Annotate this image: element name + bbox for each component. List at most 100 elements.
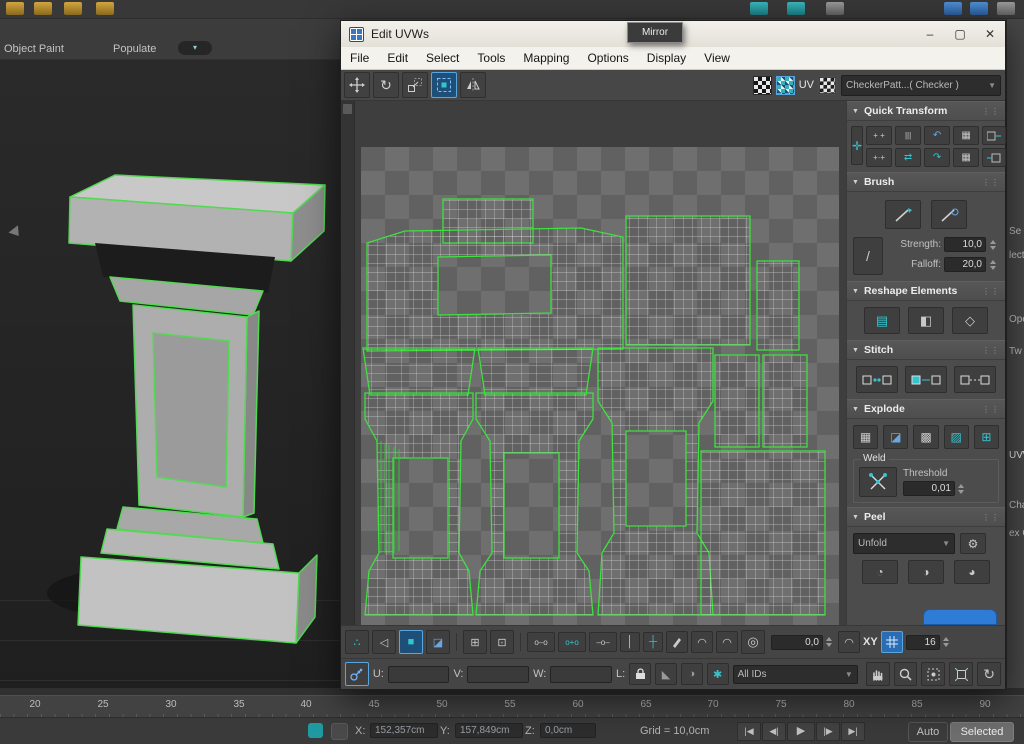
straighten-selection-button[interactable]: ▤ bbox=[864, 307, 900, 334]
selected-key-button[interactable]: Selected bbox=[950, 722, 1014, 742]
relax-brush-button[interactable] bbox=[931, 200, 967, 229]
z-coordinate-field[interactable]: 0,0cm bbox=[540, 723, 596, 738]
zoom-region-button[interactable] bbox=[921, 662, 945, 686]
falloff-spinner[interactable] bbox=[990, 260, 999, 270]
align-vertical-button[interactable]: ||| bbox=[895, 126, 921, 145]
grow-selection-button[interactable]: ⊞ bbox=[463, 630, 487, 654]
texture-dropdown[interactable]: CheckerPatt...( Checker ) ▼ bbox=[841, 75, 1001, 96]
toolbar-extra-icon-2[interactable] bbox=[787, 2, 805, 15]
menu-view[interactable]: View bbox=[695, 51, 739, 65]
uv-island-square-1[interactable] bbox=[715, 355, 759, 447]
toolbar-extra-icon-1[interactable] bbox=[750, 2, 768, 15]
x-coordinate-field[interactable]: 152,357cm bbox=[370, 723, 438, 738]
texture-list-icon[interactable] bbox=[819, 76, 836, 93]
rotate-cw-button[interactable]: ↷ bbox=[924, 148, 950, 167]
auto-key-button[interactable]: Auto bbox=[908, 722, 948, 742]
panel-bottom-blue-button[interactable] bbox=[923, 609, 997, 625]
ribbon-flyout-button[interactable]: ▾ bbox=[178, 41, 212, 55]
toolbar-extra-icon-6[interactable] bbox=[997, 2, 1015, 15]
uv-editor-canvas[interactable] bbox=[341, 101, 846, 625]
close-button[interactable]: ✕ bbox=[975, 21, 1005, 47]
pelt-map-button[interactable]: ◕ bbox=[954, 560, 990, 584]
face-mode-button[interactable]: ■ bbox=[399, 630, 423, 654]
falloff-field[interactable]: 20,0 bbox=[944, 257, 986, 272]
uv-island-column-2[interactable] bbox=[476, 393, 593, 615]
recessed-panel[interactable] bbox=[153, 333, 229, 487]
menu-select[interactable]: Select bbox=[417, 51, 468, 65]
v-coordinate-field[interactable] bbox=[467, 666, 529, 683]
flatten-by-polygon-button[interactable]: ▩ bbox=[913, 425, 938, 449]
section-peel[interactable]: ▼ Peel ⋮⋮ bbox=[847, 507, 1005, 527]
distribute-button[interactable]: ⇄ bbox=[895, 148, 921, 167]
u-coordinate-field[interactable] bbox=[388, 666, 450, 683]
perspective-viewport[interactable] bbox=[0, 60, 340, 695]
grow-loop-button[interactable]: o+o bbox=[558, 632, 586, 652]
rectangularize-button[interactable]: ◧ bbox=[908, 307, 944, 334]
peel-settings-button[interactable]: ⚙ bbox=[960, 533, 986, 554]
threshold-spinner[interactable] bbox=[958, 484, 967, 494]
menu-file[interactable]: File bbox=[341, 51, 378, 65]
element-mode-button[interactable]: ◪ bbox=[426, 630, 450, 654]
populate-flow-icon[interactable] bbox=[64, 2, 82, 15]
shrink-selection-button[interactable]: ⊡ bbox=[490, 630, 514, 654]
flatten-by-smoothing-button[interactable]: ▦ bbox=[853, 425, 878, 449]
show-map-toggle-icon[interactable] bbox=[753, 76, 772, 95]
align-to-edge-button[interactable]: ▦ bbox=[953, 126, 979, 145]
zoom-button[interactable] bbox=[894, 662, 918, 686]
minimize-button[interactable]: – bbox=[915, 21, 945, 47]
select-loop-button[interactable]: o–o bbox=[527, 632, 555, 652]
unfold-method-dropdown[interactable]: Unfold ▼ bbox=[853, 533, 955, 554]
toolbar-extra-icon-4[interactable] bbox=[944, 2, 962, 15]
align-pivot-button[interactable]: ✛ bbox=[851, 126, 863, 165]
rotate-ccw-button[interactable]: ↶ bbox=[924, 126, 950, 145]
flatten-custom-button[interactable]: ▨ bbox=[944, 425, 969, 449]
uv-island-capital-2[interactable] bbox=[478, 348, 593, 395]
grid-spacing-field[interactable]: 16 bbox=[906, 635, 940, 650]
peel-mode-button[interactable]: ◑ bbox=[908, 560, 944, 584]
pan-button[interactable] bbox=[866, 662, 890, 686]
arc-rotate-button[interactable]: ◠ bbox=[838, 631, 860, 653]
populate-idle-icon[interactable] bbox=[96, 2, 114, 15]
maximize-button[interactable]: ▢ bbox=[945, 21, 975, 47]
checker-pattern-active-icon[interactable] bbox=[776, 76, 795, 95]
tab-object-paint[interactable]: Object Paint bbox=[4, 43, 64, 55]
uv-island-square-2[interactable] bbox=[763, 355, 807, 447]
next-frame-button[interactable]: |▶ bbox=[816, 722, 840, 741]
section-stitch[interactable]: ▼ Stitch ⋮⋮ bbox=[847, 340, 1005, 360]
uv-island-column-3[interactable] bbox=[598, 348, 713, 615]
menu-tools[interactable]: Tools bbox=[468, 51, 514, 65]
falloff-curve-button[interactable]: / bbox=[853, 237, 883, 275]
stitch-target-button[interactable] bbox=[954, 366, 996, 393]
strength-spinner[interactable] bbox=[990, 240, 999, 250]
time-slider[interactable]: 20 25 30 35 40 45 50 55 60 65 70 75 80 8… bbox=[0, 695, 1024, 718]
stitch-custom-button[interactable] bbox=[856, 366, 898, 393]
flatten-by-material-button[interactable]: ◪ bbox=[883, 425, 908, 449]
selection-lock-icon[interactable] bbox=[331, 723, 348, 740]
shrink-loop-button[interactable]: –o– bbox=[589, 632, 617, 652]
lock-selected-verts-button[interactable] bbox=[345, 662, 369, 686]
move-brush-button[interactable] bbox=[885, 200, 921, 229]
toolbar-extra-icon-5[interactable] bbox=[970, 2, 988, 15]
fit-element-button[interactable]: ▦ bbox=[953, 148, 979, 167]
vertex-mode-button[interactable]: ∴ bbox=[345, 630, 369, 654]
section-reshape-elements[interactable]: ▼ Reshape Elements ⋮⋮ bbox=[847, 281, 1005, 301]
section-quick-transform[interactable]: ▼ Quick Transform ⋮⋮ bbox=[847, 101, 1005, 121]
weld-selected-button[interactable] bbox=[859, 467, 897, 497]
go-to-start-button[interactable]: |◀ bbox=[737, 722, 761, 741]
lock-selection-button[interactable] bbox=[629, 663, 651, 685]
mirror-tool-button[interactable] bbox=[460, 72, 486, 98]
explode-to-islands-button[interactable]: ⊞ bbox=[974, 425, 999, 449]
menu-edit[interactable]: Edit bbox=[378, 51, 417, 65]
xy-axis-label[interactable]: XY bbox=[863, 636, 878, 648]
filter-faces-button[interactable]: ◣ bbox=[655, 663, 677, 685]
planar-element-button[interactable]: ◇ bbox=[952, 307, 988, 334]
align-vertical-strip-button[interactable]: │ bbox=[620, 632, 640, 652]
uv-island-right-large[interactable] bbox=[626, 216, 750, 345]
align-cross-button[interactable]: ┼ bbox=[643, 632, 663, 652]
stitch-source-button[interactable] bbox=[905, 366, 947, 393]
y-coordinate-field[interactable]: 157,849cm bbox=[455, 723, 523, 738]
plinth-front-face[interactable] bbox=[78, 557, 299, 643]
plinth-right-face[interactable] bbox=[296, 555, 317, 643]
section-brush[interactable]: ▼ Brush ⋮⋮ bbox=[847, 172, 1005, 192]
edge-mode-button[interactable]: ◁ bbox=[372, 630, 396, 654]
